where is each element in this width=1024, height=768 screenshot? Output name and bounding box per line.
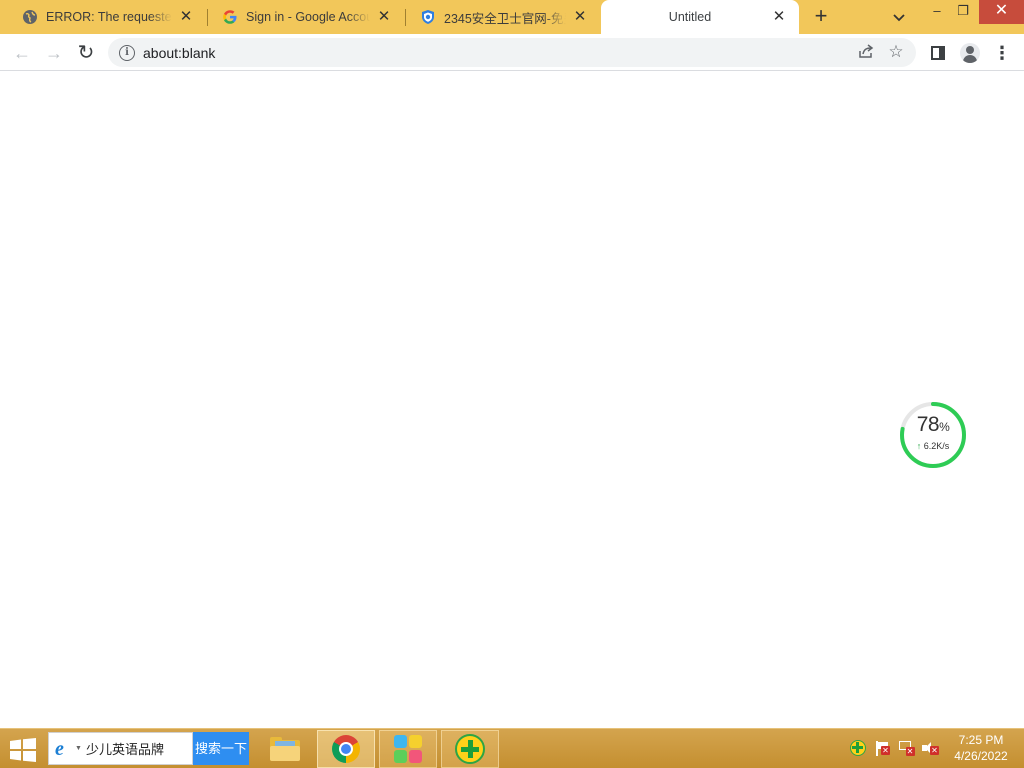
url-text[interactable]: about:blank xyxy=(143,45,215,61)
restore-button[interactable]: ❐ xyxy=(952,0,974,24)
search-input[interactable]: 少儿英语品牌 xyxy=(86,739,164,758)
clock-date: 4/26/2022 xyxy=(954,749,1008,763)
minimize-button[interactable]: – xyxy=(926,0,948,24)
usage-percent: 78% xyxy=(899,413,967,437)
tab-close-button[interactable]: ✕ xyxy=(178,9,194,25)
side-panel-button[interactable] xyxy=(926,41,950,65)
chevron-down-icon xyxy=(893,14,905,22)
green-plus-icon xyxy=(850,740,866,756)
green-plus-icon xyxy=(455,734,485,764)
flag-alert-icon: ✕ xyxy=(875,740,890,756)
site-info-icon[interactable]: i xyxy=(119,44,135,61)
reload-button[interactable]: ↻ xyxy=(73,40,99,66)
taskbar-file-explorer[interactable] xyxy=(256,730,314,768)
search-button[interactable]: 搜索一下 xyxy=(193,732,249,765)
start-button[interactable] xyxy=(8,738,40,762)
side-panel-icon xyxy=(931,46,945,60)
profile-avatar-icon xyxy=(960,43,980,63)
network-speed-widget[interactable]: 78% ↑ 6.2K/s xyxy=(899,401,967,469)
share-icon[interactable] xyxy=(856,43,876,63)
upload-arrow-icon: ↑ xyxy=(916,441,922,451)
bookmark-star-icon[interactable]: ☆ xyxy=(886,42,906,62)
tab-close-button[interactable]: ✕ xyxy=(572,9,588,25)
tab-close-button[interactable]: ✕ xyxy=(376,9,392,25)
upload-rate: ↑ 6.2K/s xyxy=(899,441,967,451)
taskbar-security-app[interactable] xyxy=(441,730,499,768)
tab-strip: ERROR: The requested URL could not be re… xyxy=(0,0,1024,34)
back-button[interactable]: ← xyxy=(9,40,35,66)
tab-close-button[interactable]: ✕ xyxy=(771,9,787,25)
tab-title: 2345安全卫士官网-免费 xyxy=(444,11,566,26)
menu-button[interactable]: ⋮ xyxy=(990,41,1014,65)
upload-rate-value: 6.2K/s xyxy=(923,441,950,451)
tray-security-icon[interactable] xyxy=(849,739,867,757)
browser-toolbar: ← → ↻ i about:blank ☆ ⋮ xyxy=(0,34,1024,71)
tab-title: ERROR: The requested URL could not be re… xyxy=(46,10,172,24)
tray-volume[interactable]: ✕ xyxy=(921,739,939,757)
windows-taskbar: e ▼ 少儿英语品牌 搜索一下 ✕ ✕ ✕ 7:25 PM 4/26/2022 xyxy=(0,728,1024,768)
windows-logo-icon xyxy=(10,738,36,762)
forward-button[interactable]: → xyxy=(41,40,67,66)
network-disconnected-icon: ✕ xyxy=(898,741,915,756)
system-clock[interactable]: 7:25 PM 4/26/2022 xyxy=(944,732,1018,764)
tab-google-signin[interactable]: Sign in - Google Accounts ✕ xyxy=(208,0,404,34)
window-close-button[interactable]: ✕ xyxy=(979,0,1024,24)
tab-title: Untitled xyxy=(668,10,712,24)
tab-search-button[interactable] xyxy=(888,7,910,29)
tray-action-center[interactable]: ✕ xyxy=(873,739,891,757)
google-g-icon xyxy=(222,9,238,25)
tiles-app-icon xyxy=(394,735,422,763)
tab-untitled[interactable]: Untitled ✕ xyxy=(601,0,799,34)
clock-time: 7:25 PM xyxy=(958,733,1004,747)
taskbar-tiles-app[interactable] xyxy=(379,730,437,768)
taskbar-chrome[interactable] xyxy=(317,730,375,768)
tab-title: Sign in - Google Accounts xyxy=(246,10,370,24)
caret-down-icon[interactable]: ▼ xyxy=(75,745,82,752)
tray-network[interactable]: ✕ xyxy=(897,739,915,757)
address-bar[interactable]: i about:blank ☆ xyxy=(108,38,916,67)
tab-2345-security[interactable]: 2345安全卫士官网-免费 ✕ xyxy=(406,0,600,34)
three-dots-icon: ⋮ xyxy=(993,43,1011,63)
taskbar-search-box[interactable]: e ▼ 少儿英语品牌 xyxy=(48,732,193,765)
file-explorer-icon xyxy=(270,737,300,761)
new-tab-button[interactable]: + xyxy=(808,4,834,30)
profile-button[interactable] xyxy=(958,41,982,65)
shield-icon xyxy=(420,9,436,25)
usage-percent-sign: % xyxy=(939,420,950,434)
chrome-icon xyxy=(332,735,360,763)
tab-error[interactable]: ERROR: The requested URL could not be re… xyxy=(8,0,206,34)
globe-icon xyxy=(22,9,38,25)
usage-percent-value: 78 xyxy=(916,413,940,436)
ie-icon: e xyxy=(55,737,64,760)
volume-muted-icon: ✕ xyxy=(922,741,939,755)
page-content: 78% ↑ 6.2K/s xyxy=(0,71,1024,728)
